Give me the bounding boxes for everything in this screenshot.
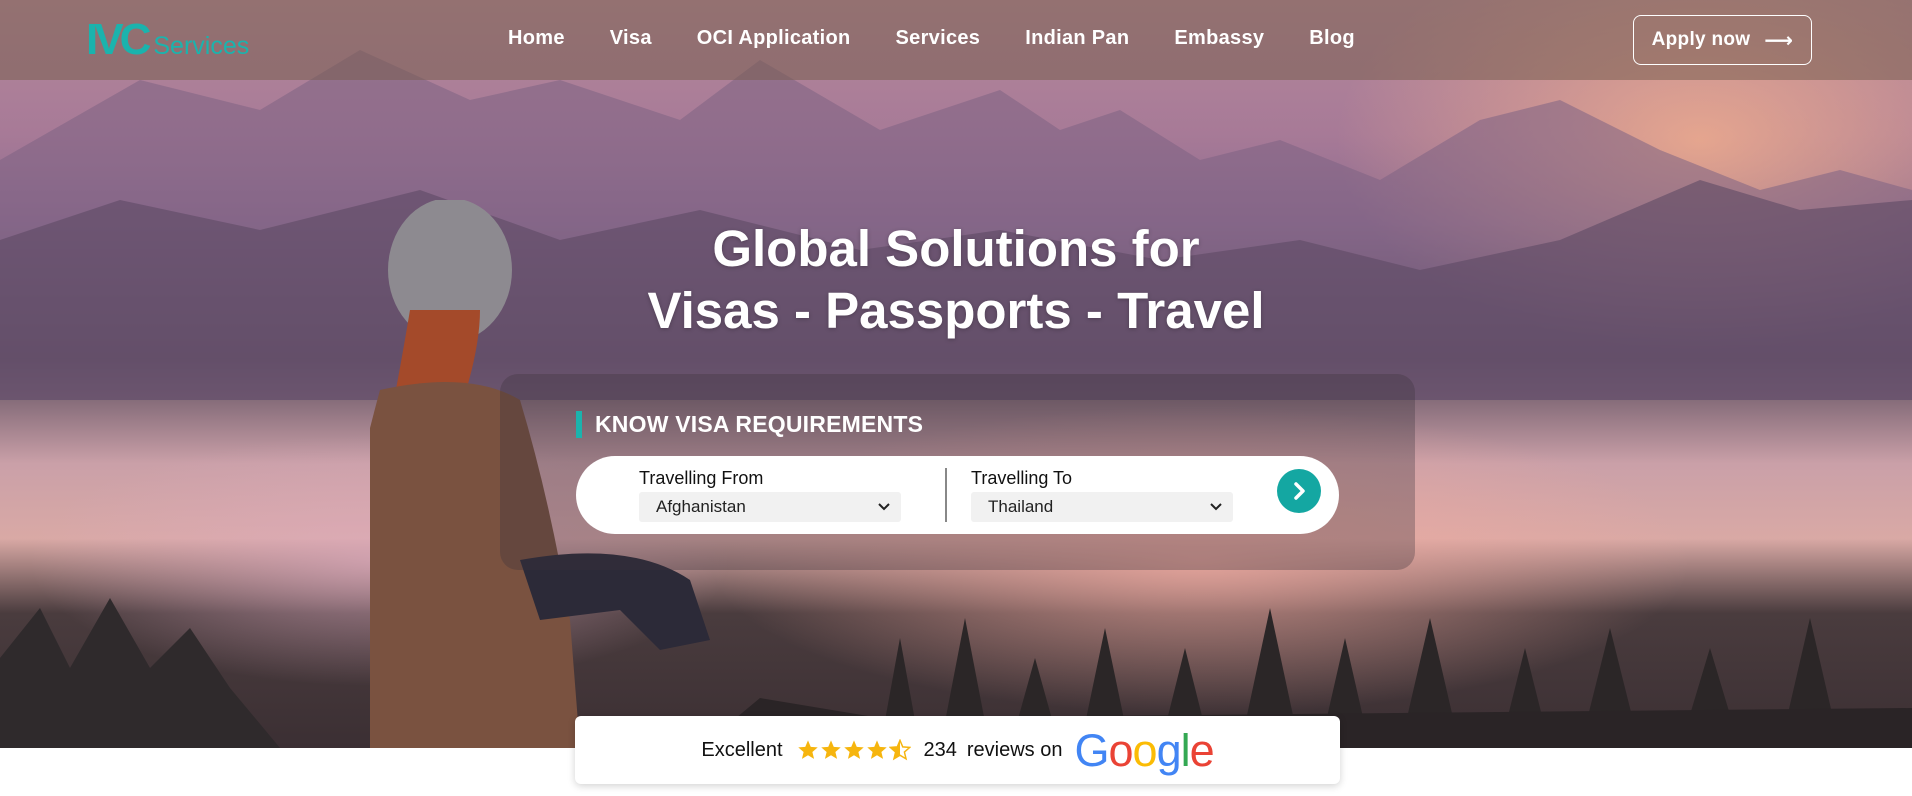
travelling-from-label: Travelling From [639,468,764,488]
star-icon [843,740,864,759]
travelling-from-select[interactable]: Afghanistan [639,492,901,522]
nav-item-blog[interactable]: Blog [1309,27,1355,50]
site-header: IVC Services Home Visa OCI Application S… [0,0,1912,80]
site-logo[interactable]: IVC Services [86,15,250,64]
apply-now-button[interactable]: Apply now ⟶ [1633,15,1812,65]
travelling-from-value: Afghanistan [656,497,746,516]
logo-mark: IVC [86,15,151,64]
nav-item-visa[interactable]: Visa [610,27,652,50]
apply-now-label: Apply now [1651,29,1751,50]
rating-stars [797,739,912,761]
nav-item-home[interactable]: Home [508,27,565,50]
visa-requirements-heading: KNOW VISA REQUIREMENTS [576,411,923,438]
travelling-to-value: Thailand [988,497,1054,516]
field-divider [945,468,947,522]
travelling-from-field: Travelling From Afghanistan [639,468,901,522]
travelling-to-field: Travelling To Thailand [971,468,1233,522]
star-icon [866,740,887,759]
travelling-to-select[interactable]: Thailand [971,492,1233,522]
google-logo: Google [1074,724,1215,776]
chevron-down-icon [878,503,890,511]
headline-line-1: Global Solutions for [712,220,1200,277]
arrow-right-icon: ⟶ [1764,29,1794,52]
nav-item-embassy[interactable]: Embassy [1174,27,1264,50]
logo-text: Services [153,32,250,60]
nav-item-indian-pan[interactable]: Indian Pan [1025,27,1129,50]
visa-search-form: Travelling From Afghanistan Travelling T… [576,456,1339,534]
star-icon [820,740,841,759]
heading-accent-bar [576,411,582,438]
search-submit-button[interactable] [1277,469,1321,513]
headline-line-2: Visas - Passports - Travel [647,282,1265,339]
main-nav: Home Visa OCI Application Services India… [508,27,1400,50]
chevron-down-icon [1210,503,1222,511]
star-icon [797,740,818,759]
review-count: 234 [923,738,957,761]
reviews-on-text: reviews on [966,738,1063,761]
nav-item-oci-application[interactable]: OCI Application [697,27,851,50]
nav-item-services[interactable]: Services [896,27,981,50]
chevron-right-icon [1294,482,1305,500]
hero-headline: Global Solutions for Visas - Passports -… [0,218,1912,342]
google-reviews-bar[interactable]: Excellent 234 reviews on Google [575,716,1340,784]
rating-text: Excellent [701,738,783,761]
star-half-icon [888,739,911,761]
travelling-to-label: Travelling To [971,468,1073,488]
visa-heading-text: KNOW VISA REQUIREMENTS [595,411,924,437]
